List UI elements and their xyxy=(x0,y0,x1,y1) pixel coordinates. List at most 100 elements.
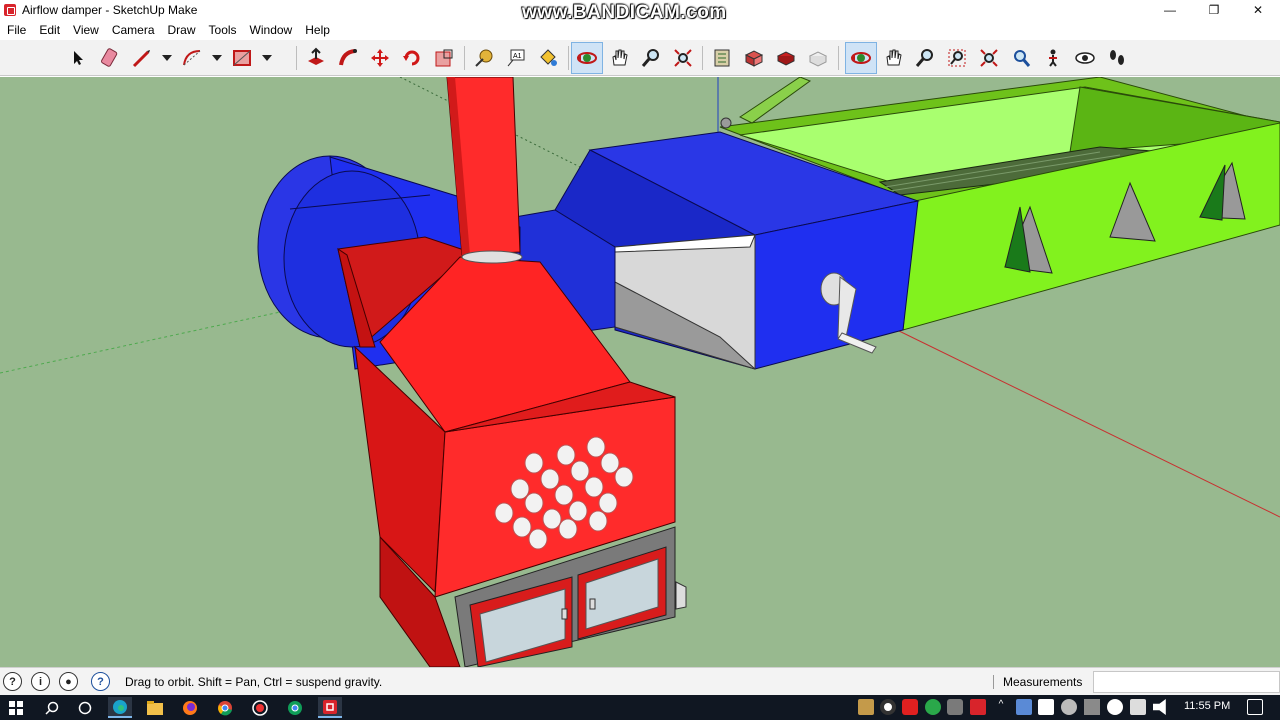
tray-keyboard-icon[interactable] xyxy=(1038,699,1054,715)
title-bar: Airflow damper - SketchUp Make www.BANDI… xyxy=(0,0,1280,23)
tray-battery-icon[interactable] xyxy=(1130,699,1146,715)
line-dropdown-chevron-down-icon[interactable] xyxy=(158,42,176,74)
follow-me-tool-icon[interactable] xyxy=(332,42,364,74)
menu-tools[interactable]: Tools xyxy=(202,23,243,37)
measurements-input[interactable] xyxy=(1093,671,1280,693)
menu-window[interactable]: Window xyxy=(243,23,299,37)
zoom-window-tool-icon[interactable] xyxy=(941,42,973,74)
pan-tool-icon[interactable] xyxy=(603,42,635,74)
tray-vpn-icon[interactable] xyxy=(925,699,941,715)
zoom-extents-tool-2-icon[interactable] xyxy=(973,42,1005,74)
sketchup-window: Airflow damper - SketchUp Make www.BANDI… xyxy=(0,0,1280,720)
push-pull-tool-icon[interactable] xyxy=(300,42,332,74)
paint-bucket-tool-icon[interactable] xyxy=(532,42,564,74)
toolbar-group-warehouse xyxy=(706,42,834,74)
rectangle-dropdown-chevron-down-icon[interactable] xyxy=(258,42,276,74)
task-view-icon[interactable] xyxy=(73,697,97,718)
extension-warehouse-icon[interactable] xyxy=(738,42,770,74)
toolbar-separator xyxy=(838,46,839,70)
firefox-icon[interactable] xyxy=(178,697,202,718)
eraser-tool-icon[interactable] xyxy=(94,42,126,74)
minimize-button[interactable]: — xyxy=(1148,0,1192,20)
select-tool-icon[interactable] xyxy=(62,42,94,74)
toolbar-separator xyxy=(702,46,703,70)
menu-file[interactable]: File xyxy=(0,23,32,37)
pan-tool-2-icon[interactable] xyxy=(877,42,909,74)
arc-tool-icon[interactable] xyxy=(176,42,208,74)
look-around-icon[interactable] xyxy=(1069,42,1101,74)
maximize-button[interactable]: ❐ xyxy=(1192,0,1236,20)
record-icon[interactable] xyxy=(248,697,272,718)
walk-icon[interactable] xyxy=(1101,42,1133,74)
tray-sketchup-icon[interactable] xyxy=(970,699,986,715)
move-tool-icon[interactable] xyxy=(364,42,396,74)
instructor-help-icon[interactable]: ? xyxy=(91,672,110,691)
window-title: Airflow damper - SketchUp Make xyxy=(22,3,198,17)
tray-chevron-up-icon[interactable]: ^ xyxy=(993,699,1009,715)
menu-help[interactable]: Help xyxy=(298,23,336,37)
previous-view-icon[interactable] xyxy=(1005,42,1037,74)
tray-youtube-icon[interactable] xyxy=(902,699,918,715)
sketchup-logo-icon xyxy=(4,4,16,16)
measurements-divider xyxy=(993,675,994,689)
line-tool-icon[interactable] xyxy=(126,42,158,74)
text-tool-icon[interactable]: A1 xyxy=(500,42,532,74)
menu-edit[interactable]: Edit xyxy=(32,23,66,37)
rectangle-tool-icon[interactable] xyxy=(226,42,258,74)
share-model-icon[interactable] xyxy=(802,42,834,74)
toolbar-group-camera xyxy=(571,42,699,74)
notifications-icon[interactable] xyxy=(1247,699,1263,715)
main-toolbar: A1 xyxy=(0,40,1280,76)
tray-network-icon[interactable] xyxy=(1016,699,1032,715)
toolbar-separator xyxy=(464,46,465,70)
warehouse-icon[interactable] xyxy=(706,42,738,74)
tray-tool-icon[interactable] xyxy=(947,699,963,715)
menu-view[interactable]: View xyxy=(66,23,105,37)
menu-camera[interactable]: Camera xyxy=(105,23,161,37)
model-viewport[interactable] xyxy=(0,77,1280,667)
status-hint: Drag to orbit. Shift = Pan, Ctrl = suspe… xyxy=(125,675,383,689)
menu-draw[interactable]: Draw xyxy=(161,23,202,37)
search-icon[interactable] xyxy=(40,697,64,718)
tray-shield-icon[interactable] xyxy=(1107,699,1123,715)
credits-info-icon[interactable]: i xyxy=(31,672,50,691)
3d-model-scene xyxy=(0,77,1280,667)
status-bar: ? i ● ? Drag to orbit. Shift = Pan, Ctrl… xyxy=(0,667,1280,695)
toolbar-group-draw xyxy=(62,42,276,74)
sketchup-taskbar-icon[interactable] xyxy=(318,697,342,718)
tape-measure-tool-icon[interactable] xyxy=(468,42,500,74)
start-icon[interactable] xyxy=(4,697,28,718)
rotate-tool-icon[interactable] xyxy=(396,42,428,74)
close-button[interactable]: ✕ xyxy=(1236,0,1280,20)
arc-dropdown-chevron-down-icon[interactable] xyxy=(208,42,226,74)
scale-tool-icon[interactable] xyxy=(428,42,460,74)
position-camera-icon[interactable] xyxy=(1037,42,1069,74)
chrome-2-icon[interactable] xyxy=(283,697,307,718)
layout-icon[interactable] xyxy=(770,42,802,74)
tray-volume-icon[interactable] xyxy=(1153,699,1166,715)
toolbar-group-navigation xyxy=(845,42,1133,74)
toolbar-separator xyxy=(568,46,569,70)
toolbar-separator xyxy=(296,46,297,70)
user-account-icon[interactable]: ● xyxy=(59,672,78,691)
windows-taskbar: ^ 11:55 PM xyxy=(0,695,1280,720)
geo-location-icon[interactable]: ? xyxy=(3,672,22,691)
window-controls: — ❐ ✕ xyxy=(1148,0,1280,20)
orbit-tool-2-icon[interactable] xyxy=(845,42,877,74)
tray-display-icon[interactable] xyxy=(1084,699,1100,715)
measurements-label: Measurements xyxy=(1003,675,1083,689)
zoom-tool-2-icon[interactable] xyxy=(909,42,941,74)
menu-bar: File Edit View Camera Draw Tools Window … xyxy=(0,20,1280,40)
taskbar-clock[interactable]: 11:55 PM xyxy=(1184,700,1230,712)
tray-update-icon[interactable] xyxy=(1061,699,1077,715)
edge-icon[interactable] xyxy=(108,697,132,718)
tray-record-icon[interactable] xyxy=(880,699,896,715)
file-explorer-icon[interactable] xyxy=(143,697,167,718)
zoom-tool-icon[interactable] xyxy=(635,42,667,74)
zoom-extents-tool-icon[interactable] xyxy=(667,42,699,74)
chrome-icon[interactable] xyxy=(213,697,237,718)
toolbar-group-construct: A1 xyxy=(468,42,564,74)
svg-text:A1: A1 xyxy=(513,53,522,60)
tray-app-icon[interactable] xyxy=(858,699,874,715)
orbit-tool-icon[interactable] xyxy=(571,42,603,74)
